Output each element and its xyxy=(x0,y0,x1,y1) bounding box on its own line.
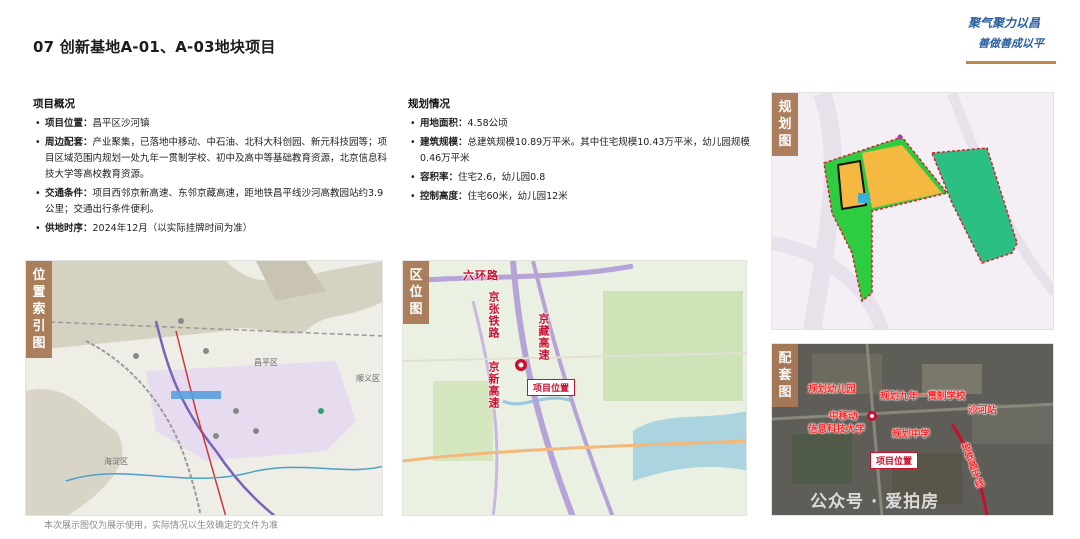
location-map-tag: 位置索引图 xyxy=(26,261,52,358)
overview-item: 周边配套：产业聚集，已落地中移动、中石油、北科大科创园、新元科技园等；项目区域范… xyxy=(33,135,388,183)
cmcc-label: 中移动 xyxy=(829,411,858,422)
overview-item: 项目位置：昌平区沙河镇 xyxy=(33,116,388,132)
planning-map-tag: 规划图 xyxy=(772,93,798,156)
district-changping-label: 昌平区 xyxy=(254,358,278,367)
planning-map-graphic xyxy=(772,93,1053,329)
planning-item: 建筑规模：总建筑规模10.89万平米。其中住宅规模10.43万平米，幼儿园规模0… xyxy=(408,135,758,167)
logo-slogan-2: 善做善成以平 xyxy=(978,37,1044,50)
overview-heading: 项目概况 xyxy=(33,98,75,110)
planning-section: 规划情况 用地面积：4.58公顷 建筑规模：总建筑规模10.89万平米。其中住宅… xyxy=(408,96,758,208)
rail-label: 京张铁路 xyxy=(487,291,500,339)
district-shunyi-label: 顺义区 xyxy=(356,374,380,383)
ring-road-label: 六环路 xyxy=(463,269,499,282)
nine-year-school-label: 规划九年一贯制学校 xyxy=(880,391,966,402)
support-map-tag: 配套图 xyxy=(772,344,798,407)
district-haidian-label: 海淀区 xyxy=(104,457,128,466)
jingxin-highway-label: 京新高速 xyxy=(487,361,500,409)
regional-map: 区位图 六环路 京张铁路 京藏高速 京新高速 项目位置 xyxy=(402,260,747,516)
project-location-pin: 项目位置 xyxy=(870,452,919,469)
overview-list: 项目位置：昌平区沙河镇 周边配套：产业聚集，已落地中移动、中石油、北科大科创园、… xyxy=(33,116,388,237)
planning-heading: 规划情况 xyxy=(408,98,450,110)
bistu-label: 信息科技大学 xyxy=(808,424,866,435)
shahe-station-label: 沙河站 xyxy=(968,405,997,416)
project-location-pin: 项目位置 xyxy=(527,379,576,396)
disclaimer-footnote: 本次展示图仅为展示使用，实际情况以生效确定的文件为准 xyxy=(44,521,279,531)
overview-section: 项目概况 项目位置：昌平区沙河镇 周边配套：产业聚集，已落地中移动、中石油、北科… xyxy=(33,96,388,240)
planning-map: 规划图 xyxy=(771,92,1054,330)
regional-map-tag: 区位图 xyxy=(403,261,429,324)
page-title: 07 创新基地A-01、A-03地块项目 xyxy=(33,38,276,56)
planning-item: 控制高度：住宅60米，幼儿园12米 xyxy=(408,189,758,205)
kindergarten-label: 规划幼儿园 xyxy=(808,384,856,395)
location-map-graphic xyxy=(26,261,382,515)
planning-item: 容积率：住宅2.6，幼儿园0.8 xyxy=(408,170,758,186)
planning-item: 用地面积：4.58公顷 xyxy=(408,116,758,132)
watermark: 公众号 · 爱拍房 xyxy=(810,492,940,512)
overview-item: 供地时序：2024年12月（以实际挂牌时间为准） xyxy=(33,221,388,237)
overview-item: 交通条件：项目西邻京新高速、东邻京藏高速，距地铁昌平线沙河高教园站约3.9公里；… xyxy=(33,186,388,218)
jingzang-highway-label: 京藏高速 xyxy=(537,313,550,361)
logo-underline xyxy=(966,61,1056,64)
logo-slogan-1: 聚气聚力以昌 xyxy=(968,16,1041,30)
brand-logo: 聚气聚力以昌 善做善成以平 xyxy=(960,8,1056,64)
location-index-map: 位置索引图 昌平区 顺义区 海淀区 xyxy=(25,260,383,516)
planning-list: 用地面积：4.58公顷 建筑规模：总建筑规模10.89万平米。其中住宅规模10.… xyxy=(408,116,758,205)
middle-school-label: 规划中学 xyxy=(892,429,931,440)
